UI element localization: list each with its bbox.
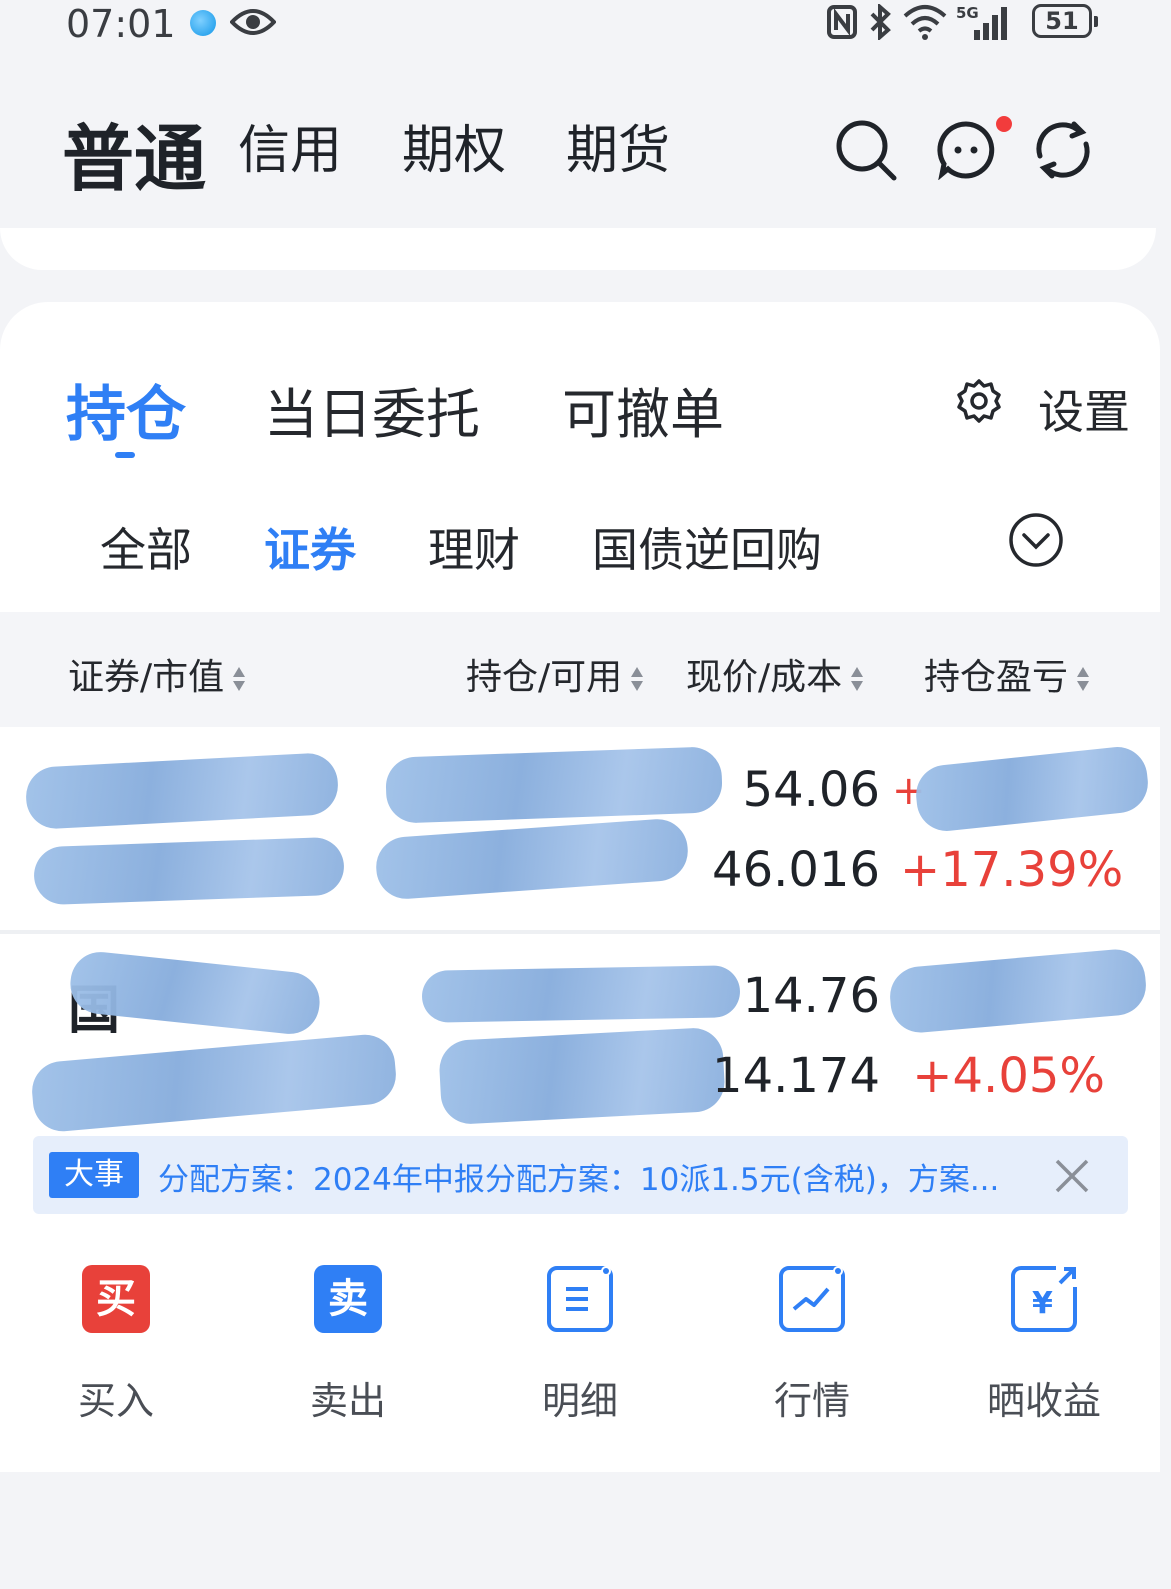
sell-icon[interactable]: 卖 (314, 1265, 382, 1333)
close-icon[interactable] (1054, 1158, 1090, 1194)
pnl-percent: +17.39% (900, 842, 1124, 898)
sort-icon (1077, 667, 1090, 691)
refresh-icon[interactable] (1030, 118, 1096, 182)
redacted-holding (384, 746, 724, 824)
buy-icon[interactable]: 买 (82, 1265, 150, 1333)
tab-today-orders[interactable]: 当日委托 (264, 370, 480, 449)
details-button[interactable]: 明细 (510, 1370, 650, 1425)
eye-icon (230, 4, 276, 40)
active-tab-indicator (115, 452, 135, 458)
column-label: 持仓盈亏 (924, 657, 1069, 698)
sort-icon (233, 667, 246, 691)
current-price: 54.06 (742, 762, 880, 818)
pnl-percent: +4.05% (912, 1048, 1105, 1104)
share-profit-button[interactable]: 晒收益 (974, 1370, 1114, 1425)
market-chart-icon[interactable] (778, 1265, 846, 1333)
market-button[interactable]: 行情 (742, 1370, 882, 1425)
column-label: 持仓/可用 (466, 657, 623, 698)
column-label: 现价/成本 (686, 657, 843, 698)
app-notification-icon (190, 10, 216, 36)
column-holding-pnl[interactable]: 持仓盈亏 (924, 648, 1090, 700)
battery-indicator: 51 (1032, 4, 1098, 38)
chevron-down-icon[interactable] (1008, 512, 1064, 568)
signal-5g-icon: 5G (956, 4, 1012, 42)
buy-button[interactable]: 买入 (46, 1370, 186, 1425)
tab-holdings[interactable]: 持仓 (66, 366, 186, 453)
wifi-icon (902, 4, 948, 40)
bluetooth-icon (866, 4, 894, 40)
filter-all[interactable]: 全部 (100, 514, 192, 580)
sort-icon (631, 667, 644, 691)
account-summary-card (0, 228, 1156, 270)
share-profit-icon[interactable]: ¥ (1010, 1265, 1078, 1333)
cost-price: 14.174 (712, 1048, 880, 1104)
message-icon[interactable] (936, 114, 1016, 180)
redacted-holding (421, 965, 741, 1023)
current-price: 14.76 (742, 968, 880, 1024)
sell-button[interactable]: 卖出 (278, 1370, 418, 1425)
tab-credit-account[interactable]: 信用 (238, 108, 342, 183)
filter-securities[interactable]: 证券 (264, 514, 356, 580)
tab-cancelable-orders[interactable]: 可撤单 (562, 370, 724, 449)
redacted-market-value (33, 836, 345, 906)
filter-wealth[interactable]: 理财 (428, 514, 520, 580)
column-price-cost[interactable]: 现价/成本 (686, 648, 864, 700)
cost-price: 46.016 (712, 842, 880, 898)
status-time: 07:01 (66, 2, 176, 46)
sort-icon (851, 667, 864, 691)
column-holding-available[interactable]: 持仓/可用 (466, 648, 644, 700)
tab-normal-account[interactable]: 普通 (62, 100, 206, 205)
nfc-icon (826, 4, 858, 40)
svg-text:¥: ¥ (1032, 1286, 1053, 1321)
tab-options-account[interactable]: 期权 (402, 108, 506, 183)
settings-button[interactable]: 设置 (1038, 376, 1130, 442)
details-icon[interactable] (546, 1265, 614, 1333)
news-text[interactable]: 分配方案：2024年中报分配方案：10派1.5元(含税)，方案... (158, 1154, 1028, 1199)
column-label: 证券/市值 (68, 657, 225, 698)
svg-text:5G: 5G (956, 4, 979, 22)
bottom-area (0, 1472, 1171, 1589)
column-security-value[interactable]: 证券/市值 (68, 648, 246, 700)
tab-futures-account[interactable]: 期货 (566, 108, 670, 183)
gear-icon[interactable] (956, 378, 1002, 424)
search-icon[interactable] (834, 118, 898, 182)
filter-reverse-repo[interactable]: 国债逆回购 (592, 514, 822, 580)
redacted-available (437, 1026, 727, 1126)
news-tag-badge: 大事 (49, 1152, 139, 1198)
